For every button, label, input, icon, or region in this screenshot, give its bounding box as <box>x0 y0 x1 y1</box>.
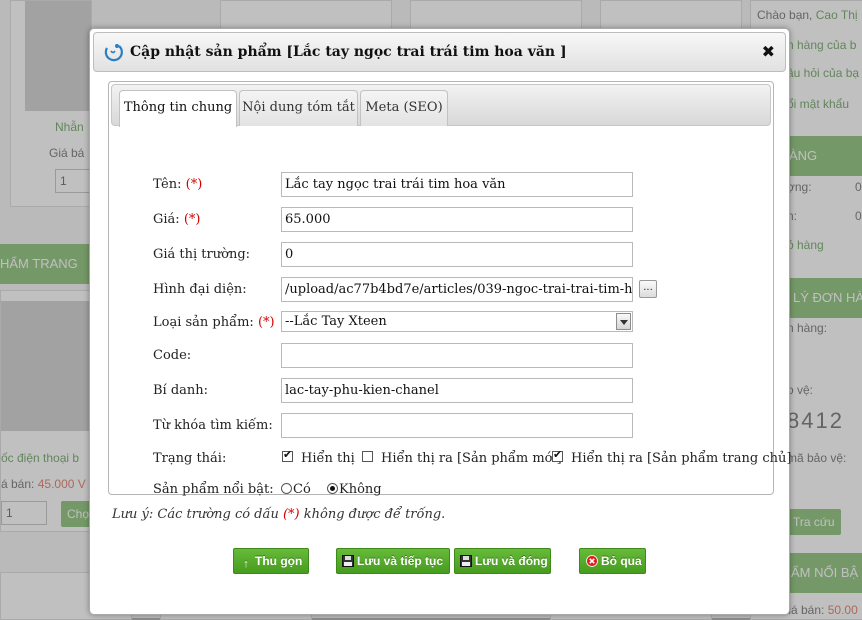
alias-field[interactable]: lac-tay-phu-kien-chanel <box>281 378 633 403</box>
price-label: Giá: (*) <box>153 212 201 227</box>
tab-general-info[interactable]: Thông tin chung <box>119 90 237 127</box>
market-price-field[interactable]: 0 <box>281 242 633 267</box>
category-select[interactable]: --Lắc Tay Xteen <box>281 311 633 332</box>
name-field[interactable]: Lắc tay ngọc trai trái tim hoa văn <box>281 172 633 197</box>
image-label: Hình đại diện: <box>153 282 247 297</box>
save-continue-button[interactable]: Lưu và tiếp tục <box>336 548 450 574</box>
bg-greeting: Chào bạn, <box>757 8 813 22</box>
bg-product-photo <box>1 301 91 431</box>
bg-cart-total-value: 0 <box>855 209 862 223</box>
bg-captcha-image: 8412 <box>787 408 844 433</box>
cancel-button[interactable]: Bỏ qua <box>579 548 646 574</box>
status-label: Trạng thái: <box>153 451 227 466</box>
show-checkbox[interactable] <box>282 448 293 462</box>
floppy-disk-icon <box>460 555 472 567</box>
cancel-icon <box>586 555 598 567</box>
category-selected-value: --Lắc Tay Xteen <box>285 314 387 329</box>
app-logo-icon <box>104 44 123 62</box>
chevron-down-icon[interactable] <box>616 313 631 330</box>
name-label: Tên: (*) <box>153 177 203 192</box>
bg-cart-qty-label: ợng: <box>787 180 812 194</box>
homepage-checkbox[interactable] <box>552 448 563 462</box>
required-fields-note: Lưu ý: Các trường có dấu (*) không được … <box>112 507 446 522</box>
bg-product-photo <box>25 1 91 111</box>
market-price-label: Giá thị trường: <box>153 247 251 262</box>
required-mark: (*) <box>185 177 203 192</box>
alias-label: Bí danh: <box>153 383 209 398</box>
arrow-up-icon: ↑ <box>243 558 249 570</box>
required-mark: (*) <box>183 212 201 227</box>
featured-no-radio[interactable] <box>327 483 338 494</box>
keywords-field[interactable] <box>281 413 633 438</box>
tab-strip: Thông tin chung Nội dung tóm tắt Meta (S… <box>111 84 771 127</box>
bg-qty-input[interactable]: 1 <box>1 501 47 525</box>
bg-sidebar-link[interactable]: âu hỏi của bạ <box>787 66 859 80</box>
new-products-checkbox-label: Hiển thị ra [Sản phẩm mới] <box>381 451 562 466</box>
homepage-checkbox-label: Hiển thị ra [Sản phẩm trang chủ] <box>571 451 792 466</box>
close-icon[interactable]: ✖ <box>762 42 775 61</box>
bg-product-card: Nhẫn Giá bá 1 <box>10 0 101 207</box>
tab-summary-content[interactable]: Nội dung tóm tắt <box>239 90 358 126</box>
bg-product-card: ốc điện thoại b á bán: 45.000 V 1 Chọ <box>0 290 96 532</box>
bg-cart-link[interactable]: ỏ hàng <box>787 238 824 252</box>
bg-sidebar-link[interactable]: ổi mật khẩu <box>787 97 849 111</box>
code-label: Code: <box>153 348 192 363</box>
bg-price-label: á bán: <box>1 477 35 491</box>
required-mark: (*) <box>257 315 275 330</box>
image-path-field[interactable]: /upload/ac77b4bd7e/articles/039-ngoc-tra… <box>281 277 633 302</box>
bg-cart-qty-value: 0 <box>855 180 862 194</box>
bg-search-button[interactable]: Tra cứu <box>787 509 841 535</box>
keywords-label: Từ khóa tìm kiếm: <box>153 418 273 433</box>
bg-captcha-label: o vệ: <box>787 383 814 397</box>
dialog-title: Cập nhật sản phẩm [Lắc tay ngọc trai trá… <box>130 44 567 60</box>
code-field[interactable] <box>281 343 633 368</box>
category-label: Loại sản phẩm: (*) <box>153 315 275 330</box>
featured-label: Sản phẩm nổi bật: <box>153 482 274 497</box>
browse-image-button[interactable]: ... <box>639 280 657 298</box>
bg-price-value: 45.000 V <box>37 477 86 491</box>
collapse-button[interactable]: ↑ Thu gọn <box>233 548 309 574</box>
bg-sidebar-link[interactable]: n hàng của b <box>787 38 856 52</box>
show-checkbox-label: Hiển thị <box>301 451 355 466</box>
featured-no-label: Không <box>339 482 382 497</box>
bg-section-header: HẨM TRANG <box>0 244 90 284</box>
bg-product-name[interactable]: ốc điện thoại b <box>1 451 79 465</box>
bg-featured-price-value: 50.00 <box>827 603 858 617</box>
bg-price-label: Giá bá <box>49 146 85 160</box>
featured-yes-label: Có <box>293 482 311 497</box>
save-close-button[interactable]: Lưu và đóng <box>454 548 551 574</box>
update-product-dialog: Cập nhật sản phẩm [Lắc tay ngọc trai trá… <box>89 28 791 615</box>
price-field[interactable]: 65.000 <box>281 207 633 232</box>
featured-yes-radio[interactable] <box>281 483 292 494</box>
bg-order-label: n hàng: <box>787 321 828 335</box>
floppy-disk-icon <box>342 555 354 567</box>
dialog-titlebar[interactable]: Cập nhật sản phẩm [Lắc tay ngọc trai trá… <box>93 32 786 72</box>
tab-meta-seo[interactable]: Meta (SEO) <box>360 90 448 126</box>
bg-captcha-input-label: mã bảo vệ: <box>787 451 847 465</box>
new-products-checkbox[interactable] <box>362 451 373 462</box>
bg-product-name[interactable]: Nhẫn <box>55 120 84 134</box>
bg-user-name[interactable]: Cao Thị <box>816 8 858 22</box>
tab-panel: Thông tin chung Nội dung tóm tắt Meta (S… <box>108 81 791 497</box>
